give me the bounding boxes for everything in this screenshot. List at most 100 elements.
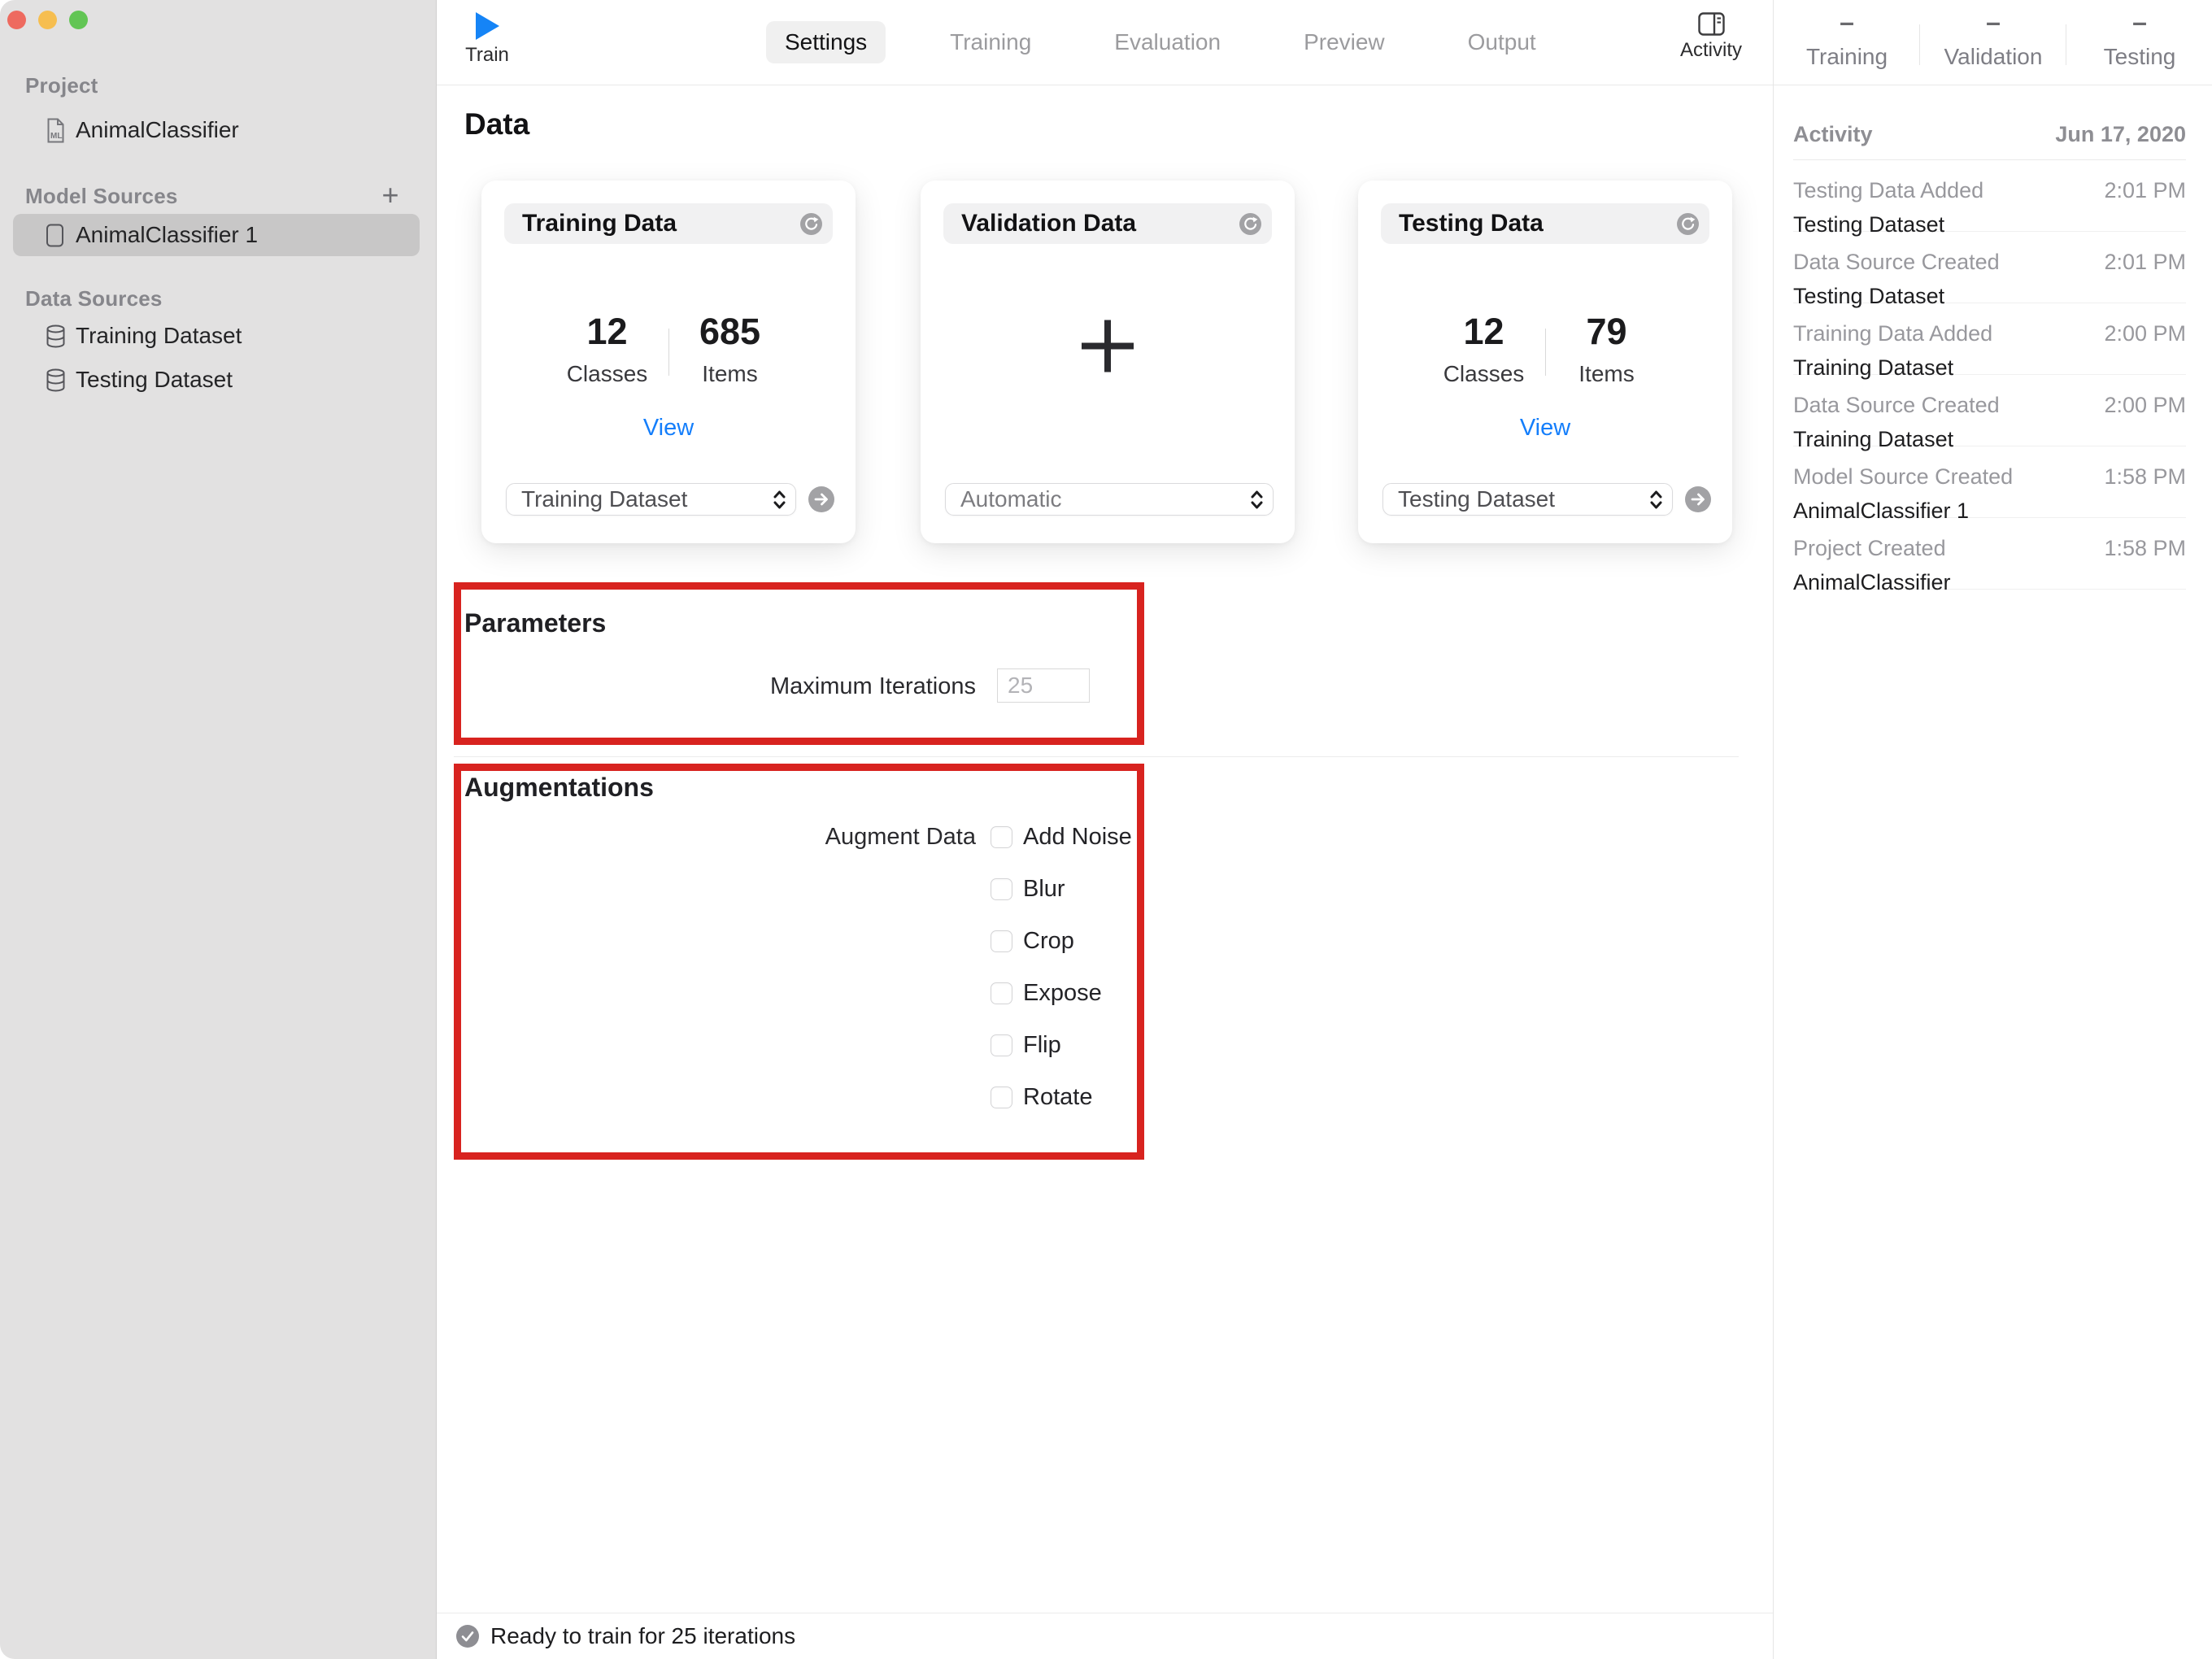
play-icon [475,12,499,40]
add-noise-label: Add Noise [1023,824,1132,850]
sidebar-item-testing-dataset[interactable]: Testing Dataset [0,359,437,401]
max-iterations-label: Maximum Iterations [769,673,976,699]
model-sources-section-header: Model Sources [25,184,178,208]
data-sources-section-header: Data Sources [25,286,163,311]
validation-data-card: Validation Data Automatic [921,181,1295,543]
section-divider [454,756,1739,757]
activity-entry-time: 2:00 PM [2104,393,2186,417]
activity-entry: Data Source Created 2:00 PM Training Dat… [1793,375,2186,451]
training-data-card: Training Data 12 Classes 685 Items View [481,181,856,543]
train-button[interactable]: Train [455,10,520,67]
activity-entry-title: Training Data Added [1793,321,1993,346]
activity-entry: Training Data Added 2:00 PM Training Dat… [1793,303,2186,380]
rotate-label: Rotate [1023,1084,1093,1110]
sidebar-item-label: AnimalClassifier [76,117,239,142]
classes-count: 12 [586,311,628,352]
activity-entry-time: 2:01 PM [2104,178,2186,202]
flip-checkbox[interactable] [991,1034,1012,1056]
activity-entry-title: Model Source Created [1793,464,2014,489]
validation-metric-label: Validation [1944,44,2043,69]
close-button[interactable] [7,11,26,29]
max-iterations-value: 25 [1008,673,1034,698]
metrics-summary: – Training – Validation – Testing [1774,0,2212,85]
activity-entry-title: Project Created [1793,536,1946,560]
check-circle-icon [456,1625,479,1648]
add-noise-checkbox[interactable] [991,826,1012,848]
activity-entry-time: 1:58 PM [2104,536,2186,560]
testing-metric: – Testing [2066,0,2212,85]
sidebar-item-label: AnimalClassifier 1 [76,222,259,247]
chevron-up-down-icon [1650,490,1662,508]
activity-entry-time: 2:00 PM [2104,321,2186,346]
tab-training[interactable]: Training [931,21,1050,63]
augment-data-label: Augment Data [825,824,976,850]
add-validation-data-icon[interactable] [1081,320,1134,377]
training-metric-label: Training [1805,44,1888,69]
classes-label: Classes [566,361,648,386]
tab-output[interactable]: Output [1449,21,1555,63]
activity-list: Testing Data Added 2:01 PM Testing Datas… [1793,160,2186,594]
rotate-checkbox[interactable] [991,1086,1012,1108]
parameters-annotation-box [454,582,1144,745]
validation-metric: – Validation [1920,0,2066,85]
project-section-header: Project [25,73,98,98]
activity-entry-title: Testing Data Added [1793,178,1984,202]
activity-entry: Data Source Created 2:01 PM Testing Data… [1793,232,2186,308]
minimize-button[interactable] [38,11,57,29]
card-title: Training Data [522,210,677,237]
chevron-up-down-icon [1251,490,1263,508]
activity-entry: Model Source Created 1:58 PM AnimalClass… [1793,446,2186,523]
sidebar-item-label: Testing Dataset [76,367,233,392]
card-header: Validation Data [943,203,1272,244]
ml-document-icon: ML [46,118,66,143]
tab-preview[interactable]: Preview [1285,21,1404,63]
refresh-icon[interactable] [800,213,822,239]
items-count: 79 [1586,311,1627,352]
activity-toggle-button[interactable]: Activity [1666,10,1756,62]
crop-checkbox[interactable] [991,930,1012,952]
open-dataset-button[interactable] [1685,486,1711,512]
testing-metric-value: – [2132,7,2147,37]
tab-evaluation[interactable]: Evaluation [1095,21,1239,63]
dropdown-value: Automatic [960,486,1062,512]
activity-header: Activity [1793,122,1873,146]
database-icon [46,368,66,392]
tab-bar: Settings Training Evaluation Preview Out… [766,21,1555,63]
items-label: Items [1578,361,1635,386]
refresh-icon[interactable] [1239,213,1261,239]
max-iterations-input[interactable]: 25 [997,668,1090,703]
activity-entry-time: 2:01 PM [2104,250,2186,274]
dataset-stats: 12 Classes 79 Items [1358,311,1732,387]
view-link[interactable]: View [1358,415,1732,442]
refresh-icon[interactable] [1677,213,1699,239]
sidebar-item-model-source[interactable]: AnimalClassifier 1 [0,214,437,256]
flip-label: Flip [1023,1032,1061,1058]
tab-settings[interactable]: Settings [766,21,886,63]
add-model-source-button[interactable]: + [374,178,407,211]
activity-entry-title: Data Source Created [1793,393,2000,417]
activity-entry: Project Created 1:58 PM AnimalClassifier [1793,518,2186,594]
activity-entry-subtitle: AnimalClassifier [1793,570,1951,594]
blur-checkbox[interactable] [991,878,1012,900]
expose-label: Expose [1023,980,1102,1006]
testing-data-card: Testing Data 12 Classes 79 Items View Te… [1358,181,1732,543]
database-icon [46,324,66,348]
open-dataset-button[interactable] [808,486,834,512]
sidebar-item-training-dataset[interactable]: Training Dataset [0,315,437,357]
view-link[interactable]: View [481,415,856,442]
sidebar-item-project[interactable]: ML AnimalClassifier [0,109,437,151]
classes-count: 12 [1463,311,1504,352]
classes-label: Classes [1443,361,1525,386]
training-data-dropdown[interactable]: Training Dataset [506,483,796,516]
validation-data-dropdown[interactable]: Automatic [945,483,1274,516]
training-metric-value: – [1840,7,1854,37]
testing-data-dropdown[interactable]: Testing Dataset [1382,483,1673,516]
blur-label: Blur [1023,876,1065,902]
activity-date: Jun 17, 2020 [2055,122,2186,146]
expose-checkbox[interactable] [991,982,1012,1004]
activity-entry-time: 1:58 PM [2104,464,2186,489]
page-title: Data [464,107,530,141]
zoom-button[interactable] [69,11,88,29]
training-metric: – Training [1774,0,1920,85]
toolbar: Train Settings Training Evaluation Previ… [437,0,1773,85]
